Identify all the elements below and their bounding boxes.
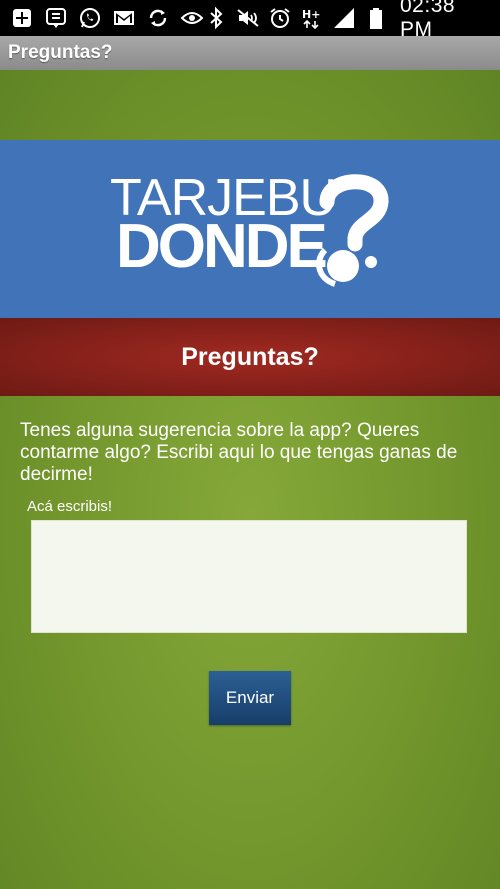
network-icon: H+ [300,6,324,30]
section-header: Preguntas? [0,318,500,396]
section-title: Preguntas? [181,342,319,371]
message-input[interactable] [31,520,467,633]
signal-icon [332,6,356,30]
status-bar: H+ 02:38 PM [0,0,500,41]
intro-text: Tenes alguna sugerencia sobre la app? Qu… [20,420,458,485]
svg-text:H+: H+ [302,8,320,21]
action-bar-title: Preguntas? [8,42,113,63]
question-mark-logo-icon [316,174,389,287]
main-content: TARJEBU DONDE Preguntas? Tenes alguna su… [0,70,500,889]
app-logo: TARJEBU DONDE [110,168,400,298]
alarm-icon [268,6,292,30]
send-button[interactable]: Enviar [209,671,291,725]
message-field-label: Acá escribis! [27,498,113,515]
eye-icon [180,6,204,30]
notification-icons [0,6,204,30]
add-box-icon [10,6,34,30]
whatsapp-icon [78,6,102,30]
chat-bubble-icon [44,6,68,30]
logo-text-bottom: DONDE [116,212,328,281]
logo-banner: TARJEBU DONDE [0,140,500,318]
mute-icon [236,6,260,30]
battery-icon [364,6,388,30]
bluetooth-icon [204,6,228,30]
gmail-icon [112,6,136,30]
action-bar: Preguntas? [0,36,500,70]
sync-icon [146,6,170,30]
